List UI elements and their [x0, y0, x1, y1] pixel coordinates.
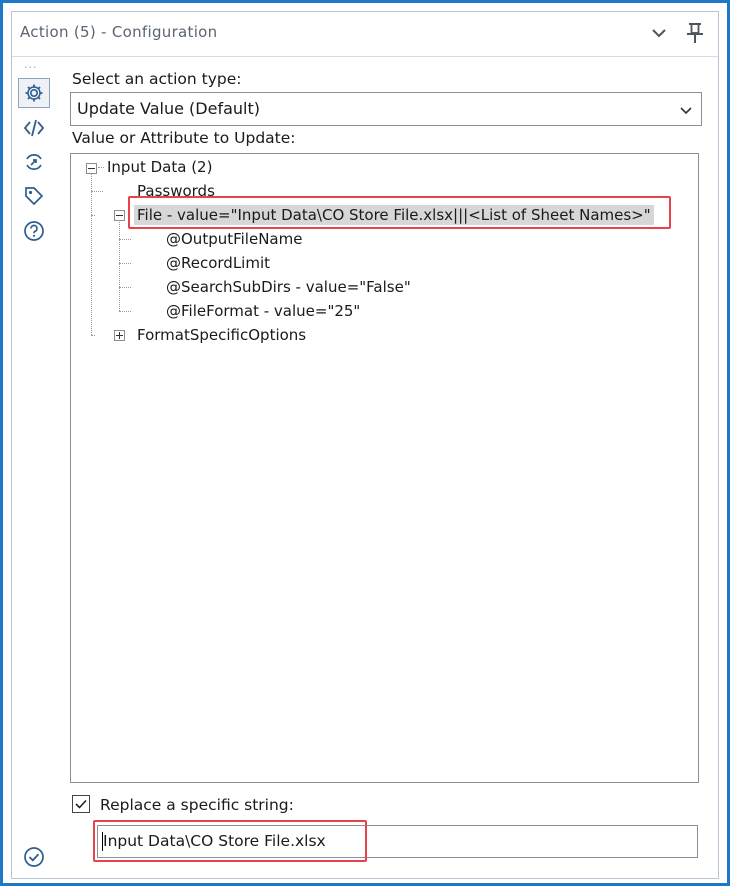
tree-connector	[119, 220, 120, 311]
tree-connector	[91, 215, 95, 216]
tree-connector	[91, 335, 95, 336]
action-type-label: Select an action type:	[72, 70, 242, 88]
tree-connector	[119, 239, 131, 240]
sidebar-item-tags[interactable]	[18, 181, 50, 211]
tree-node-output-file-name[interactable]: @OutputFileName	[166, 230, 302, 248]
tree-connector	[98, 167, 104, 168]
code-icon	[23, 119, 45, 137]
tree-node-search-sub-dirs[interactable]: @SearchSubDirs - value="False"	[166, 278, 411, 296]
panel-header: Action (5) - Configuration	[12, 12, 718, 57]
collapse-toggle[interactable]	[86, 163, 97, 174]
tag-icon	[25, 187, 44, 206]
chevron-down-icon[interactable]	[646, 20, 672, 46]
sidebar-item-annotation[interactable]	[18, 147, 50, 177]
action-type-value: Update Value (Default)	[77, 99, 260, 118]
highlight-annotation	[93, 820, 367, 862]
sidebar: ···	[12, 57, 56, 878]
more-dots-icon[interactable]: ···	[24, 61, 38, 74]
tree-node-root[interactable]: Input Data (2)	[107, 158, 212, 176]
pin-icon[interactable]	[682, 20, 708, 46]
checkmark-icon	[75, 799, 87, 809]
chevron-down-icon	[680, 107, 692, 115]
replace-string-checkbox[interactable]	[72, 795, 90, 813]
gear-icon	[25, 84, 43, 102]
help-icon	[24, 221, 44, 241]
collapse-toggle[interactable]	[114, 210, 125, 221]
tree-connector	[119, 263, 131, 264]
window-frame: Action (5) - Configuration ··· Select an…	[0, 0, 730, 886]
sidebar-item-help[interactable]	[18, 216, 50, 246]
tree-node-file-format[interactable]: @FileFormat - value="25"	[166, 302, 360, 320]
replace-string-label: Replace a specific string:	[100, 796, 294, 814]
sidebar-item-configuration[interactable]	[18, 78, 50, 108]
check-circle-icon	[24, 847, 44, 867]
sidebar-footer-status[interactable]	[18, 842, 50, 872]
tree-label: Value or Attribute to Update:	[72, 129, 296, 147]
sidebar-item-xml[interactable]	[18, 113, 50, 143]
configuration-panel: Action (5) - Configuration ··· Select an…	[11, 11, 719, 879]
tree-connector	[119, 311, 131, 312]
expand-toggle[interactable]	[114, 330, 125, 341]
refresh-target-icon	[26, 154, 42, 170]
tree-connector	[91, 172, 92, 335]
tree-connector	[119, 287, 131, 288]
tree-connector	[91, 191, 103, 192]
tree-node-format-options[interactable]: FormatSpecificOptions	[137, 326, 306, 344]
action-type-select[interactable]: Update Value (Default)	[70, 92, 702, 126]
panel-title: Action (5) - Configuration	[20, 23, 218, 41]
attribute-tree[interactable]: Input Data (2) Passwords File - value="I…	[70, 153, 699, 783]
tree-node-record-limit[interactable]: @RecordLimit	[166, 254, 270, 272]
highlight-annotation	[128, 196, 671, 229]
